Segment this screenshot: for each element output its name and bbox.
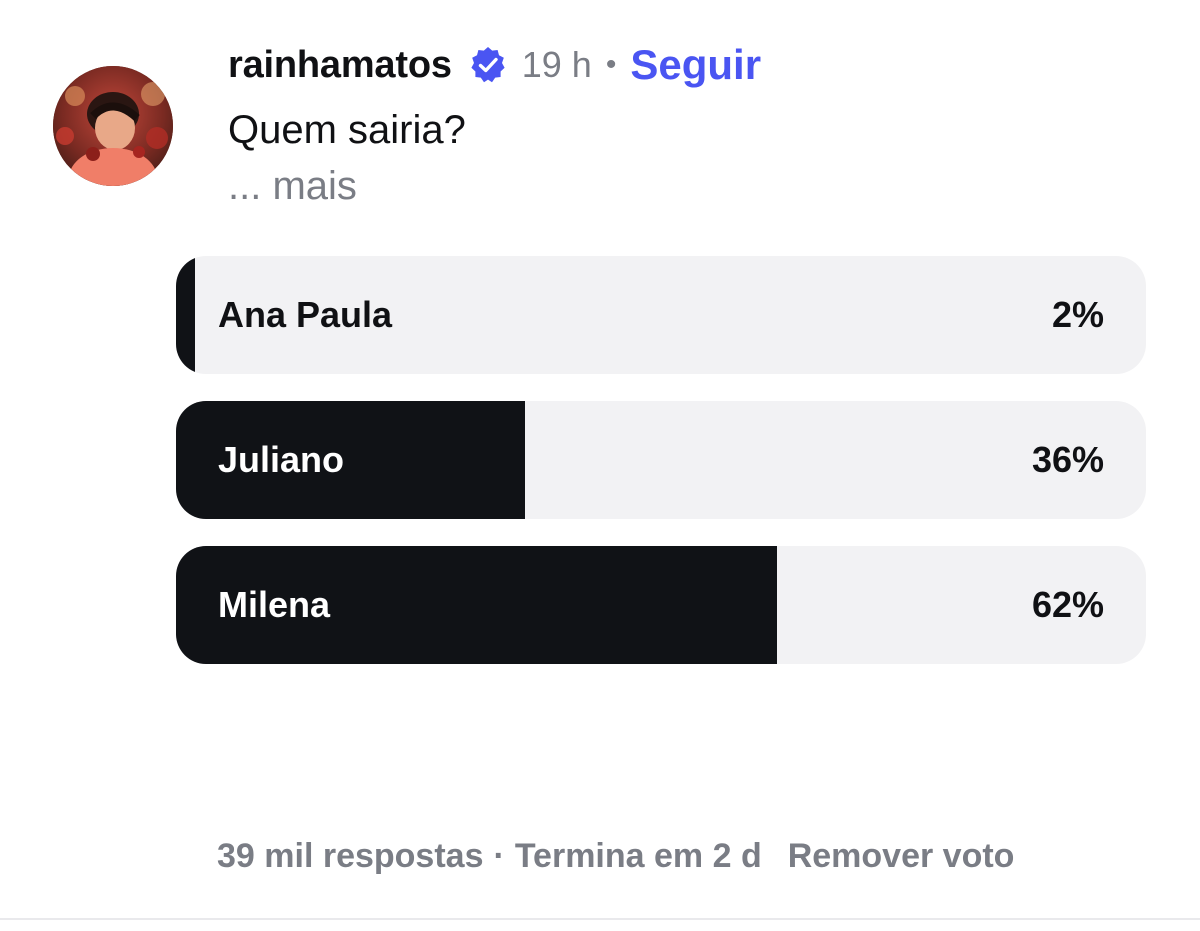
poll-footer: 39 mil respostas · Termina em 2 d Remove… — [217, 832, 1014, 880]
username[interactable]: rainhamatos — [228, 44, 452, 87]
poll-ends-in: Termina em 2 d — [514, 836, 762, 875]
poll-response-count: 39 mil respostas — [217, 836, 484, 875]
poll-option-percent: 62% — [1031, 584, 1104, 625]
poll-option-label: Ana Paula — [218, 294, 393, 335]
follow-button[interactable]: Seguir — [630, 41, 761, 89]
post-text: Quem sairia? — [228, 108, 466, 152]
poll-option-percent: 36% — [1031, 439, 1104, 480]
poll-option-percent: 2% — [1051, 294, 1104, 335]
post-time: 19 h — [521, 44, 592, 85]
poll-option-label: Juliano — [218, 439, 345, 480]
more-link[interactable]: ... mais — [228, 164, 357, 209]
divider — [0, 918, 1200, 920]
remove-vote-button[interactable]: Remover voto — [788, 837, 1015, 876]
verified-badge-icon — [468, 45, 508, 85]
poll-option-ana-paula[interactable]: Ana Paula 2% — [176, 256, 1146, 374]
poll-option-juliano[interactable]: Juliano 36% — [176, 401, 1146, 519]
footer-separator: · — [493, 836, 505, 875]
poll-option-label: Milena — [218, 584, 331, 625]
avatar-image — [53, 66, 173, 186]
poll-bar-fill — [176, 256, 195, 374]
header-separator: • — [605, 48, 617, 81]
avatar[interactable] — [53, 66, 173, 186]
poll-option-milena[interactable]: Milena 62% — [176, 546, 1146, 664]
post-header: rainhamatos 19 h • Seguir — [228, 40, 761, 90]
